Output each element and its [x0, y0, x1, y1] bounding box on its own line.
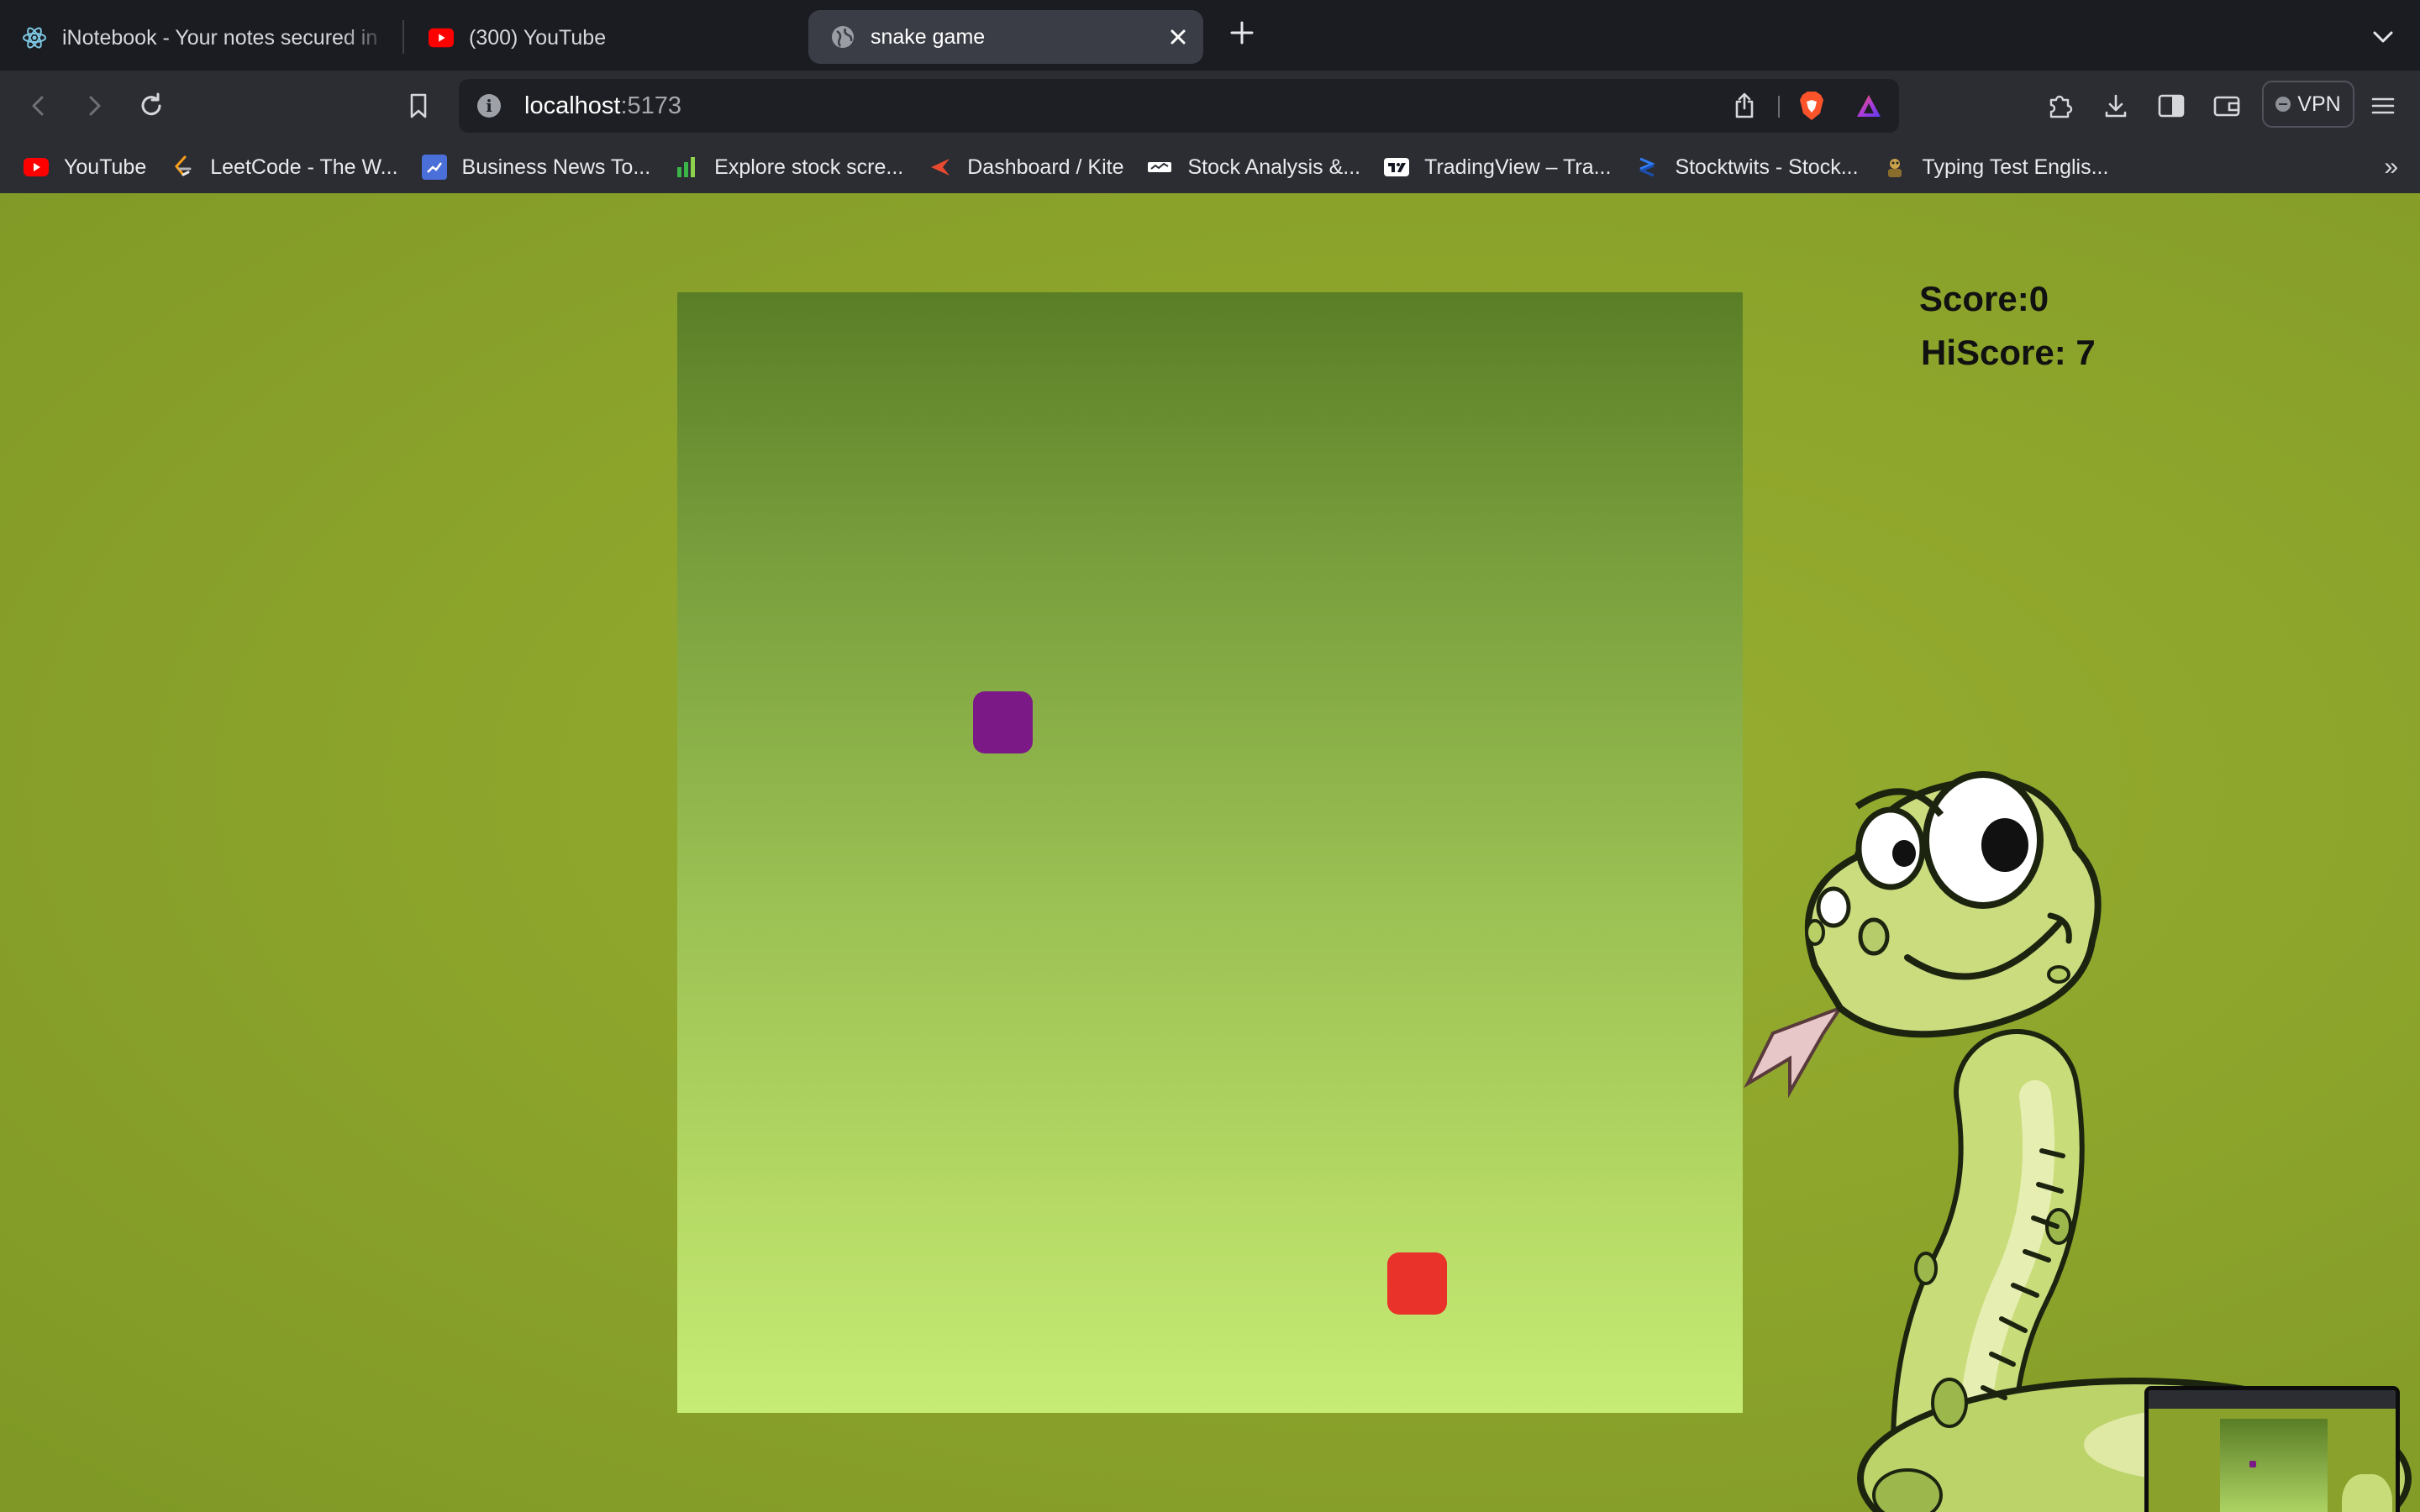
- bookmark-label: TradingView – Tra...: [1424, 155, 1612, 179]
- game-board: [677, 292, 1743, 1413]
- food: [1387, 1252, 1447, 1315]
- info-icon[interactable]: i: [477, 94, 501, 118]
- bookmark-business-news[interactable]: Business News To...: [421, 155, 651, 180]
- close-icon[interactable]: [1161, 20, 1195, 54]
- bookmark-tradingview[interactable]: TradingView – Tra...: [1384, 155, 1611, 180]
- stock-analysis-icon: [1147, 155, 1172, 180]
- bookmark-label: Stock Analysis &...: [1187, 155, 1361, 179]
- reload-button[interactable]: [131, 86, 171, 126]
- typing-test-icon: [1882, 155, 1907, 180]
- browser-toolbar: i localhost:5173 VPN: [0, 71, 2420, 141]
- extensions-icon[interactable]: [2040, 86, 2081, 126]
- vpn-label: VPN: [2297, 92, 2341, 116]
- bookmark-label: LeetCode - The W...: [210, 155, 398, 179]
- tab-snake-game[interactable]: snake game: [808, 10, 1203, 64]
- wallet-icon[interactable]: [2207, 86, 2247, 126]
- url-host: localhost: [524, 92, 621, 119]
- leetcode-icon: [170, 155, 195, 180]
- bookmark-button[interactable]: [398, 86, 439, 126]
- bookmark-youtube[interactable]: YouTube: [24, 155, 146, 180]
- bookmark-stocktwits[interactable]: Stocktwits - Stock...: [1634, 155, 1859, 180]
- divider: [1778, 96, 1780, 118]
- menu-icon[interactable]: [2363, 86, 2403, 126]
- bookmark-stock-analysis[interactable]: Stock Analysis &...: [1147, 155, 1360, 180]
- brave-shields-icon[interactable]: [1791, 86, 1832, 126]
- bookmark-label: Business News To...: [461, 155, 651, 179]
- share-icon[interactable]: [1724, 86, 1765, 126]
- youtube-icon: [24, 155, 49, 180]
- url-text[interactable]: localhost:5173: [524, 92, 681, 120]
- arrow-right-icon: [89, 96, 101, 116]
- tab-title: iNotebook - Your notes secured in: [62, 25, 378, 50]
- sidebar-icon[interactable]: [2151, 86, 2191, 126]
- react-icon: [22, 25, 47, 50]
- plus-icon: [1230, 21, 1254, 45]
- reload-icon: [141, 92, 161, 116]
- vpn-button[interactable]: VPN: [2262, 81, 2354, 128]
- download-icon[interactable]: [2096, 86, 2136, 126]
- back-button[interactable]: [18, 86, 59, 126]
- tab-separator: [402, 20, 404, 54]
- hiscore-display: HiScore: 7: [1921, 333, 2096, 372]
- bookmark-label: Explore stock scre...: [714, 155, 904, 179]
- business-news-icon: [421, 155, 447, 180]
- address-bar[interactable]: i localhost:5173: [459, 79, 1899, 133]
- tab-inotebook[interactable]: iNotebook - Your notes secured in: [0, 12, 395, 64]
- bookmark-label: Typing Test Englis...: [1922, 155, 2109, 179]
- chevron-double-right-icon[interactable]: »: [2384, 153, 2398, 181]
- score-display: Score:0: [1919, 279, 2049, 318]
- forward-button[interactable]: [74, 86, 114, 126]
- vpn-status-icon: [2275, 97, 2291, 112]
- brave-rewards-icon[interactable]: [1849, 86, 1889, 126]
- bookmark-typing-test[interactable]: Typing Test Englis...: [1882, 155, 2109, 180]
- arrow-left-icon: [32, 96, 44, 116]
- bookmark-icon: [410, 93, 427, 118]
- stocktwits-icon: [1634, 155, 1660, 180]
- picture-in-picture-window[interactable]: [2144, 1386, 2400, 1512]
- bookmark-stock-screener[interactable]: Explore stock scre...: [674, 155, 903, 180]
- youtube-icon: [429, 25, 454, 50]
- tab-strip: iNotebook - Your notes secured in (300) …: [0, 0, 2420, 71]
- kite-icon: [927, 155, 952, 180]
- page-body: Score:0 HiScore: 7: [0, 193, 2420, 1512]
- bookmark-label: YouTube: [64, 155, 147, 179]
- bar-chart-icon: [674, 155, 699, 180]
- pip-preview: [2149, 1390, 2396, 1512]
- bookmarks-bar: YouTube LeetCode - The W... Business New…: [0, 141, 2420, 193]
- bookmark-kite[interactable]: Dashboard / Kite: [927, 155, 1123, 180]
- new-tab-button[interactable]: [1225, 17, 1259, 54]
- tab-title: (300) YouTube: [469, 25, 607, 50]
- bookmark-label: Dashboard / Kite: [967, 155, 1124, 179]
- bookmark-label: Stocktwits - Stock...: [1675, 155, 1859, 179]
- tab-youtube[interactable]: (300) YouTube: [407, 12, 802, 64]
- tradingview-icon: [1384, 155, 1410, 180]
- bookmark-leetcode[interactable]: LeetCode - The W...: [170, 155, 398, 180]
- tab-title: snake game: [871, 24, 986, 49]
- url-port: :5173: [620, 92, 682, 119]
- snake-head: [973, 691, 1033, 753]
- globe-icon: [830, 24, 855, 50]
- chevron-down-icon[interactable]: [2368, 22, 2398, 52]
